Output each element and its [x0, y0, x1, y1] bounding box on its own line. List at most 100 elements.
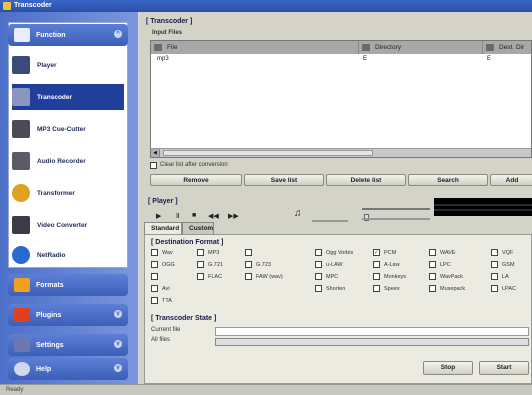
- checkbox[interactable]: [491, 273, 498, 280]
- checkbox[interactable]: [429, 261, 436, 268]
- function-header[interactable]: Function ^: [8, 24, 128, 46]
- chevron-down-icon[interactable]: v: [114, 340, 122, 348]
- remove-button[interactable]: Remove: [150, 174, 242, 186]
- checkbox[interactable]: [429, 249, 436, 256]
- format-option-wave[interactable]: WAVE: [429, 249, 456, 256]
- scroll-thumb[interactable]: [163, 150, 373, 156]
- save-list-button[interactable]: Save list: [244, 174, 324, 186]
- format-option-tta[interactable]: TTA: [151, 297, 172, 304]
- column-dest-dir[interactable]: Dest. Dir: [483, 41, 532, 54]
- balance-slider[interactable]: [362, 208, 430, 210]
- checkbox[interactable]: [315, 273, 322, 280]
- help-header[interactable]: Help v: [8, 358, 128, 380]
- checkbox[interactable]: [151, 297, 158, 304]
- format-option-blank[interactable]: [245, 249, 256, 256]
- input-files-table[interactable]: File Directory Dest. Dir mp3 E E ◀: [150, 40, 532, 158]
- format-option-blank[interactable]: [151, 273, 162, 280]
- position-slider[interactable]: [362, 218, 430, 220]
- autoclear-checkbox[interactable]: [150, 162, 157, 169]
- format-option-flac[interactable]: FLAC: [197, 273, 222, 280]
- chevron-down-icon[interactable]: v: [114, 310, 122, 318]
- sidebar-item-netradio[interactable]: NetRadio: [12, 242, 124, 268]
- rewind-icon[interactable]: ◀◀: [208, 212, 219, 220]
- checkbox[interactable]: [315, 249, 322, 256]
- checkbox[interactable]: [245, 261, 252, 268]
- format-option-wavpack[interactable]: WavPack: [429, 273, 463, 280]
- checkbox[interactable]: [491, 249, 498, 256]
- checkbox[interactable]: [429, 273, 436, 280]
- checkbox[interactable]: [373, 261, 380, 268]
- sidebar-item-player[interactable]: Player: [12, 52, 124, 78]
- checkbox[interactable]: [197, 261, 204, 268]
- start-button[interactable]: Start: [479, 361, 529, 375]
- play-icon[interactable]: ▶: [156, 212, 161, 220]
- horizontal-scrollbar[interactable]: ◀: [151, 148, 531, 157]
- checkbox[interactable]: [315, 285, 322, 292]
- table-row[interactable]: mp3 E E: [151, 55, 531, 65]
- format-option-pcm[interactable]: ✓ PCM: [373, 249, 396, 256]
- format-option-avi[interactable]: Avi: [151, 285, 170, 292]
- chevron-up-icon[interactable]: ^: [114, 30, 122, 38]
- delete-list-button[interactable]: Delete list: [326, 174, 406, 186]
- format-option-lpac[interactable]: LPAC: [491, 285, 516, 292]
- checkbox[interactable]: [197, 273, 204, 280]
- checkbox[interactable]: [373, 285, 380, 292]
- tab-custom[interactable]: Custom: [182, 222, 214, 234]
- checkbox[interactable]: [491, 285, 498, 292]
- format-option-gsm[interactable]: GSM: [491, 261, 515, 268]
- display-line: [434, 209, 532, 211]
- sidebar-item-label: Transcoder: [37, 93, 73, 101]
- plugins-header[interactable]: Plugins v: [8, 304, 128, 326]
- format-option-speex[interactable]: Speex: [373, 285, 400, 292]
- checkbox[interactable]: [373, 273, 380, 280]
- format-option-ogg-vorbis[interactable]: Ogg Vorbis: [315, 249, 353, 256]
- sidebar-item-video-converter[interactable]: Video Converter: [12, 212, 124, 238]
- pause-icon[interactable]: Ⅱ: [176, 212, 179, 220]
- stop-button[interactable]: Stop: [423, 361, 473, 375]
- chevron-down-icon[interactable]: v: [114, 364, 122, 372]
- app-icon: [3, 2, 11, 10]
- sidebar-item-audio-recorder[interactable]: Audio Recorder: [12, 148, 124, 174]
- format-option-lpc[interactable]: LPC: [429, 261, 451, 268]
- format-option-a-law[interactable]: A-Law: [373, 261, 400, 268]
- checkbox[interactable]: [491, 261, 498, 268]
- sidebar-item-transformer[interactable]: Transformer: [12, 180, 124, 206]
- format-option-monkeys[interactable]: Monkeys: [373, 273, 406, 280]
- settings-header[interactable]: Settings v: [8, 334, 128, 356]
- format-option-ogg[interactable]: OGG: [151, 261, 175, 268]
- format-option-la[interactable]: LA: [491, 273, 509, 280]
- format-option-vqf[interactable]: VQF: [491, 249, 513, 256]
- checkbox[interactable]: [151, 249, 158, 256]
- format-option-wav[interactable]: Wav: [151, 249, 173, 256]
- column-directory[interactable]: Directory: [359, 41, 483, 54]
- checkbox[interactable]: [245, 273, 252, 280]
- tab-standard[interactable]: Standard: [144, 222, 182, 234]
- checkbox[interactable]: [151, 273, 158, 280]
- format-option-musepack[interactable]: Musepack: [429, 285, 465, 292]
- scroll-left-icon[interactable]: ◀: [151, 149, 160, 157]
- format-option-g721[interactable]: G.721: [197, 261, 223, 268]
- sidebar-item-transcoder[interactable]: Transcoder: [12, 84, 124, 110]
- search-button[interactable]: Search: [408, 174, 488, 186]
- format-option-faw[interactable]: FAW (wav): [245, 273, 283, 280]
- format-option-mpc[interactable]: MPC: [315, 273, 338, 280]
- checkbox[interactable]: [197, 249, 204, 256]
- format-option-g723[interactable]: G.723: [245, 261, 271, 268]
- sidebar-item-mp3-cue-cutter[interactable]: MP3 Cue-Cutter: [12, 116, 124, 142]
- format-option-shorten[interactable]: Shorten: [315, 285, 345, 292]
- stop-icon[interactable]: ■: [192, 212, 196, 219]
- checkbox[interactable]: [245, 249, 252, 256]
- formats-header[interactable]: Formats: [8, 274, 128, 296]
- checkbox[interactable]: [315, 261, 322, 268]
- format-option-u-law[interactable]: u-LAW: [315, 261, 343, 268]
- sidebar: Function ^ Player Transcoder MP3 Cue-Cut…: [0, 12, 138, 384]
- fast-forward-icon[interactable]: ▶▶: [228, 212, 239, 220]
- checkbox[interactable]: [429, 285, 436, 292]
- volume-slider[interactable]: [312, 220, 348, 222]
- checkbox[interactable]: [151, 285, 158, 292]
- format-option-mp3[interactable]: MP3: [197, 249, 219, 256]
- checkbox-checked[interactable]: ✓: [373, 249, 380, 256]
- checkbox[interactable]: [151, 261, 158, 268]
- column-file[interactable]: File: [151, 41, 359, 54]
- add-button[interactable]: Add: [490, 174, 532, 186]
